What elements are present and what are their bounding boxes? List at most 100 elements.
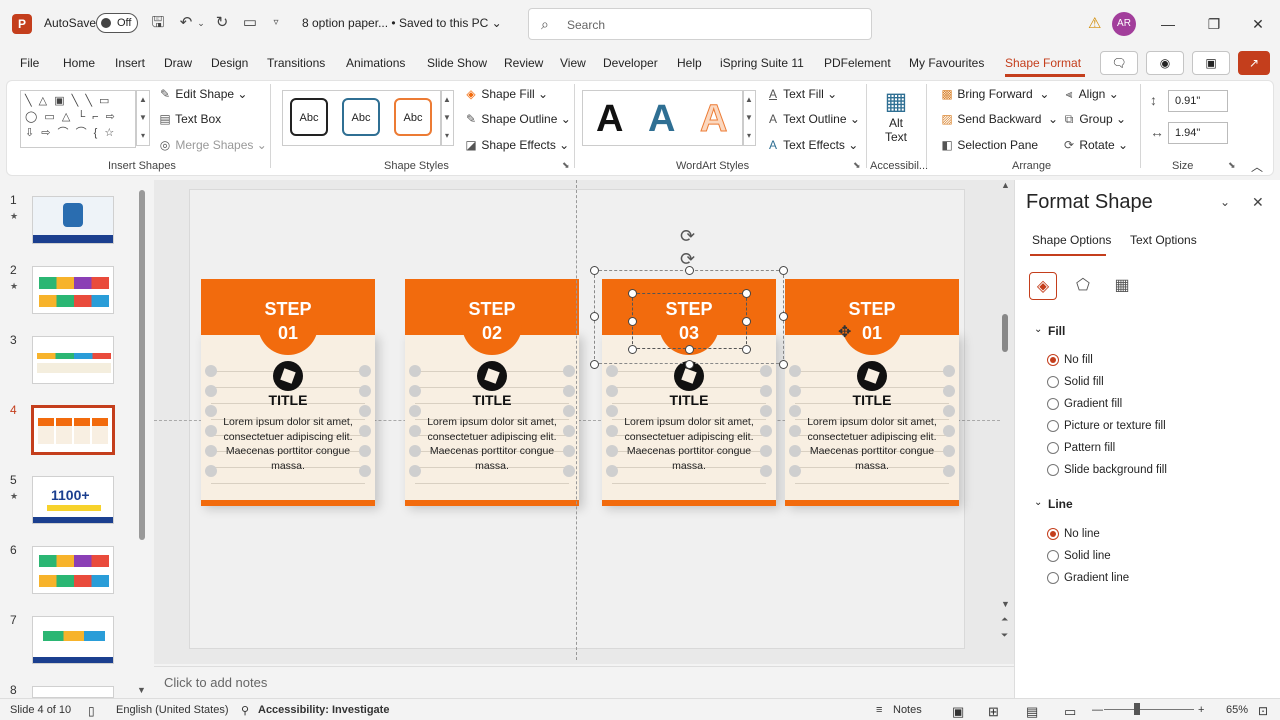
resize-handle[interactable]: [590, 360, 599, 369]
close-pane-icon[interactable]: ✕: [1252, 194, 1264, 211]
language-indicator[interactable]: English (United States): [116, 704, 229, 716]
shape-outline-button[interactable]: ✎ Shape Outline ⌄: [464, 112, 571, 126]
slide-thumbnail-6[interactable]: [32, 546, 114, 594]
slide-thumbnail-8[interactable]: [32, 686, 114, 698]
resize-handle[interactable]: [685, 345, 694, 354]
tab-animations[interactable]: Animations: [346, 56, 405, 70]
line-section-header[interactable]: Line: [1048, 497, 1073, 511]
zoom-level[interactable]: 65%: [1226, 704, 1248, 716]
radio-no-fill[interactable]: [1047, 354, 1059, 366]
resize-handle[interactable]: [779, 312, 788, 321]
tab-text-options[interactable]: Text Options: [1130, 233, 1197, 247]
slide-thumbnail-7[interactable]: [32, 616, 114, 664]
resize-handle[interactable]: [742, 317, 751, 326]
tab-design[interactable]: Design: [211, 56, 248, 70]
warning-icon[interactable]: ⚠: [1088, 14, 1101, 32]
selection-pane-button[interactable]: ◧ Selection Pane: [940, 138, 1038, 152]
radio-solid-fill[interactable]: [1047, 376, 1059, 388]
rotate-button[interactable]: ⟳ Rotate ⌄: [1062, 138, 1128, 152]
pane-options-icon[interactable]: ⌄: [1220, 195, 1230, 209]
wordart-preset-orange[interactable]: A: [699, 98, 727, 141]
rotate-handle-icon[interactable]: ⟳: [680, 249, 695, 270]
tab-transitions[interactable]: Transitions: [267, 56, 325, 70]
align-button[interactable]: ⫷ Align ⌄: [1062, 87, 1119, 102]
radio-no-line[interactable]: [1047, 528, 1059, 540]
slide-thumbnail-4[interactable]: [31, 405, 115, 455]
normal-view-icon[interactable]: ▣: [952, 704, 964, 720]
undo-dropdown-icon[interactable]: ⌄: [196, 13, 206, 33]
resize-handle[interactable]: [685, 360, 694, 369]
slide-show-icon[interactable]: ▭: [1064, 704, 1076, 720]
shape-style-preset-1[interactable]: Abc: [290, 98, 328, 136]
text-fill-button[interactable]: A Text Fill ⌄: [766, 87, 837, 101]
autosave-toggle[interactable]: Off: [96, 13, 138, 33]
radio-solid-line[interactable]: [1047, 550, 1059, 562]
tab-review[interactable]: Review: [504, 56, 543, 70]
search-box[interactable]: ⌕ Search: [528, 8, 872, 40]
close-window-icon[interactable]: ✕: [1246, 12, 1270, 36]
effects-pentagon-icon[interactable]: ⬠: [1069, 272, 1097, 300]
notes-button[interactable]: Notes: [893, 704, 922, 716]
fill-line-icon[interactable]: ◈: [1029, 272, 1057, 300]
text-effects-button[interactable]: A Text Effects ⌄: [766, 138, 858, 152]
width-input[interactable]: 1.94": [1168, 122, 1228, 144]
comments-button[interactable]: 🗨: [1100, 51, 1138, 75]
text-outline-button[interactable]: A Text Outline ⌄: [766, 112, 860, 126]
dialog-launcher-icon[interactable]: ⬊: [562, 160, 570, 171]
tab-view[interactable]: View: [560, 56, 586, 70]
shape-styles-scroll[interactable]: ▲ ▼ ▾: [440, 90, 454, 146]
collapse-fill-icon[interactable]: ⌄: [1034, 324, 1042, 335]
send-backward-button[interactable]: ▨ Send Backward ⌄: [940, 112, 1058, 126]
restore-icon[interactable]: ❐: [1202, 12, 1226, 36]
resize-handle[interactable]: [779, 266, 788, 275]
wordart-preset-blue[interactable]: A: [648, 98, 675, 141]
tab-my-favourites[interactable]: My Favourites: [909, 56, 984, 70]
step-card-1[interactable]: STEP 01 TITLE Lorem ipsum dolor sit amet,…: [201, 279, 375, 507]
tab-file[interactable]: File: [20, 56, 39, 70]
bring-forward-button[interactable]: ▩ Bring Forward ⌄: [940, 87, 1049, 101]
group-button[interactable]: ⧉ Group ⌄: [1062, 112, 1126, 127]
shape-style-preset-3[interactable]: Abc: [394, 98, 432, 136]
resize-handle[interactable]: [590, 312, 599, 321]
tab-draw[interactable]: Draw: [164, 56, 192, 70]
scroll-up-icon[interactable]: ▲: [1001, 180, 1010, 190]
tab-ispring[interactable]: iSpring Suite 11: [720, 56, 804, 70]
collapse-line-icon[interactable]: ⌄: [1034, 497, 1042, 508]
size-properties-icon[interactable]: ▦: [1108, 272, 1136, 300]
zoom-in-icon[interactable]: +: [1198, 704, 1204, 716]
collapse-ribbon-icon[interactable]: ︿: [1251, 158, 1263, 175]
tab-insert[interactable]: Insert: [115, 56, 145, 70]
notes-pane[interactable]: Click to add notes: [154, 666, 1014, 696]
step-card-2[interactable]: STEP 02 TITLE Lorem ipsum dolor sit amet,…: [405, 279, 579, 507]
zoom-slider-thumb[interactable]: [1134, 703, 1140, 715]
tab-help[interactable]: Help: [677, 56, 702, 70]
resize-handle[interactable]: [742, 345, 751, 354]
slide-thumbnail-5[interactable]: 1100+: [32, 476, 114, 524]
resize-handle[interactable]: [779, 360, 788, 369]
scroll-down-icon[interactable]: ▼: [137, 685, 146, 695]
resize-handle[interactable]: [590, 266, 599, 275]
dialog-launcher-icon[interactable]: ⬊: [853, 160, 861, 171]
record-button[interactable]: ◉: [1146, 51, 1184, 75]
dialog-launcher-icon[interactable]: ⬊: [1228, 160, 1236, 171]
fill-section-header[interactable]: Fill: [1048, 324, 1065, 338]
next-slide-icon[interactable]: ⏷: [1001, 630, 1008, 641]
resize-handle[interactable]: [628, 289, 637, 298]
document-title[interactable]: 8 option paper... • Saved to this PC ⌄: [302, 16, 502, 30]
shapes-gallery[interactable]: ╲ △ ▣ ╲ ╲ ▭ ◯ ▭ △ └ ⌐ ⇨ ⇩ ⇨ ⌒ ⌒ { ☆: [20, 90, 136, 148]
save-icon[interactable]: 🖫: [148, 13, 168, 33]
slide-thumbnail-2[interactable]: [32, 266, 114, 314]
tab-pdfelement[interactable]: PDFelement: [824, 56, 891, 70]
resize-handle[interactable]: [742, 289, 751, 298]
radio-gradient-fill[interactable]: [1047, 398, 1059, 410]
tab-developer[interactable]: Developer: [603, 56, 658, 70]
zoom-slider[interactable]: [1104, 709, 1194, 710]
wordart-preset-black[interactable]: A: [596, 98, 623, 141]
radio-slide-background-fill[interactable]: [1047, 464, 1059, 476]
merge-shapes-button[interactable]: ◎ Merge Shapes ⌄: [158, 138, 267, 152]
accessibility-status[interactable]: Accessibility: Investigate: [258, 704, 389, 716]
alt-text-button[interactable]: ▦ Alt Text: [878, 87, 914, 144]
undo-icon[interactable]: ↶: [176, 13, 196, 33]
tab-shape-options[interactable]: Shape Options: [1032, 233, 1111, 247]
tab-home[interactable]: Home: [63, 56, 95, 70]
